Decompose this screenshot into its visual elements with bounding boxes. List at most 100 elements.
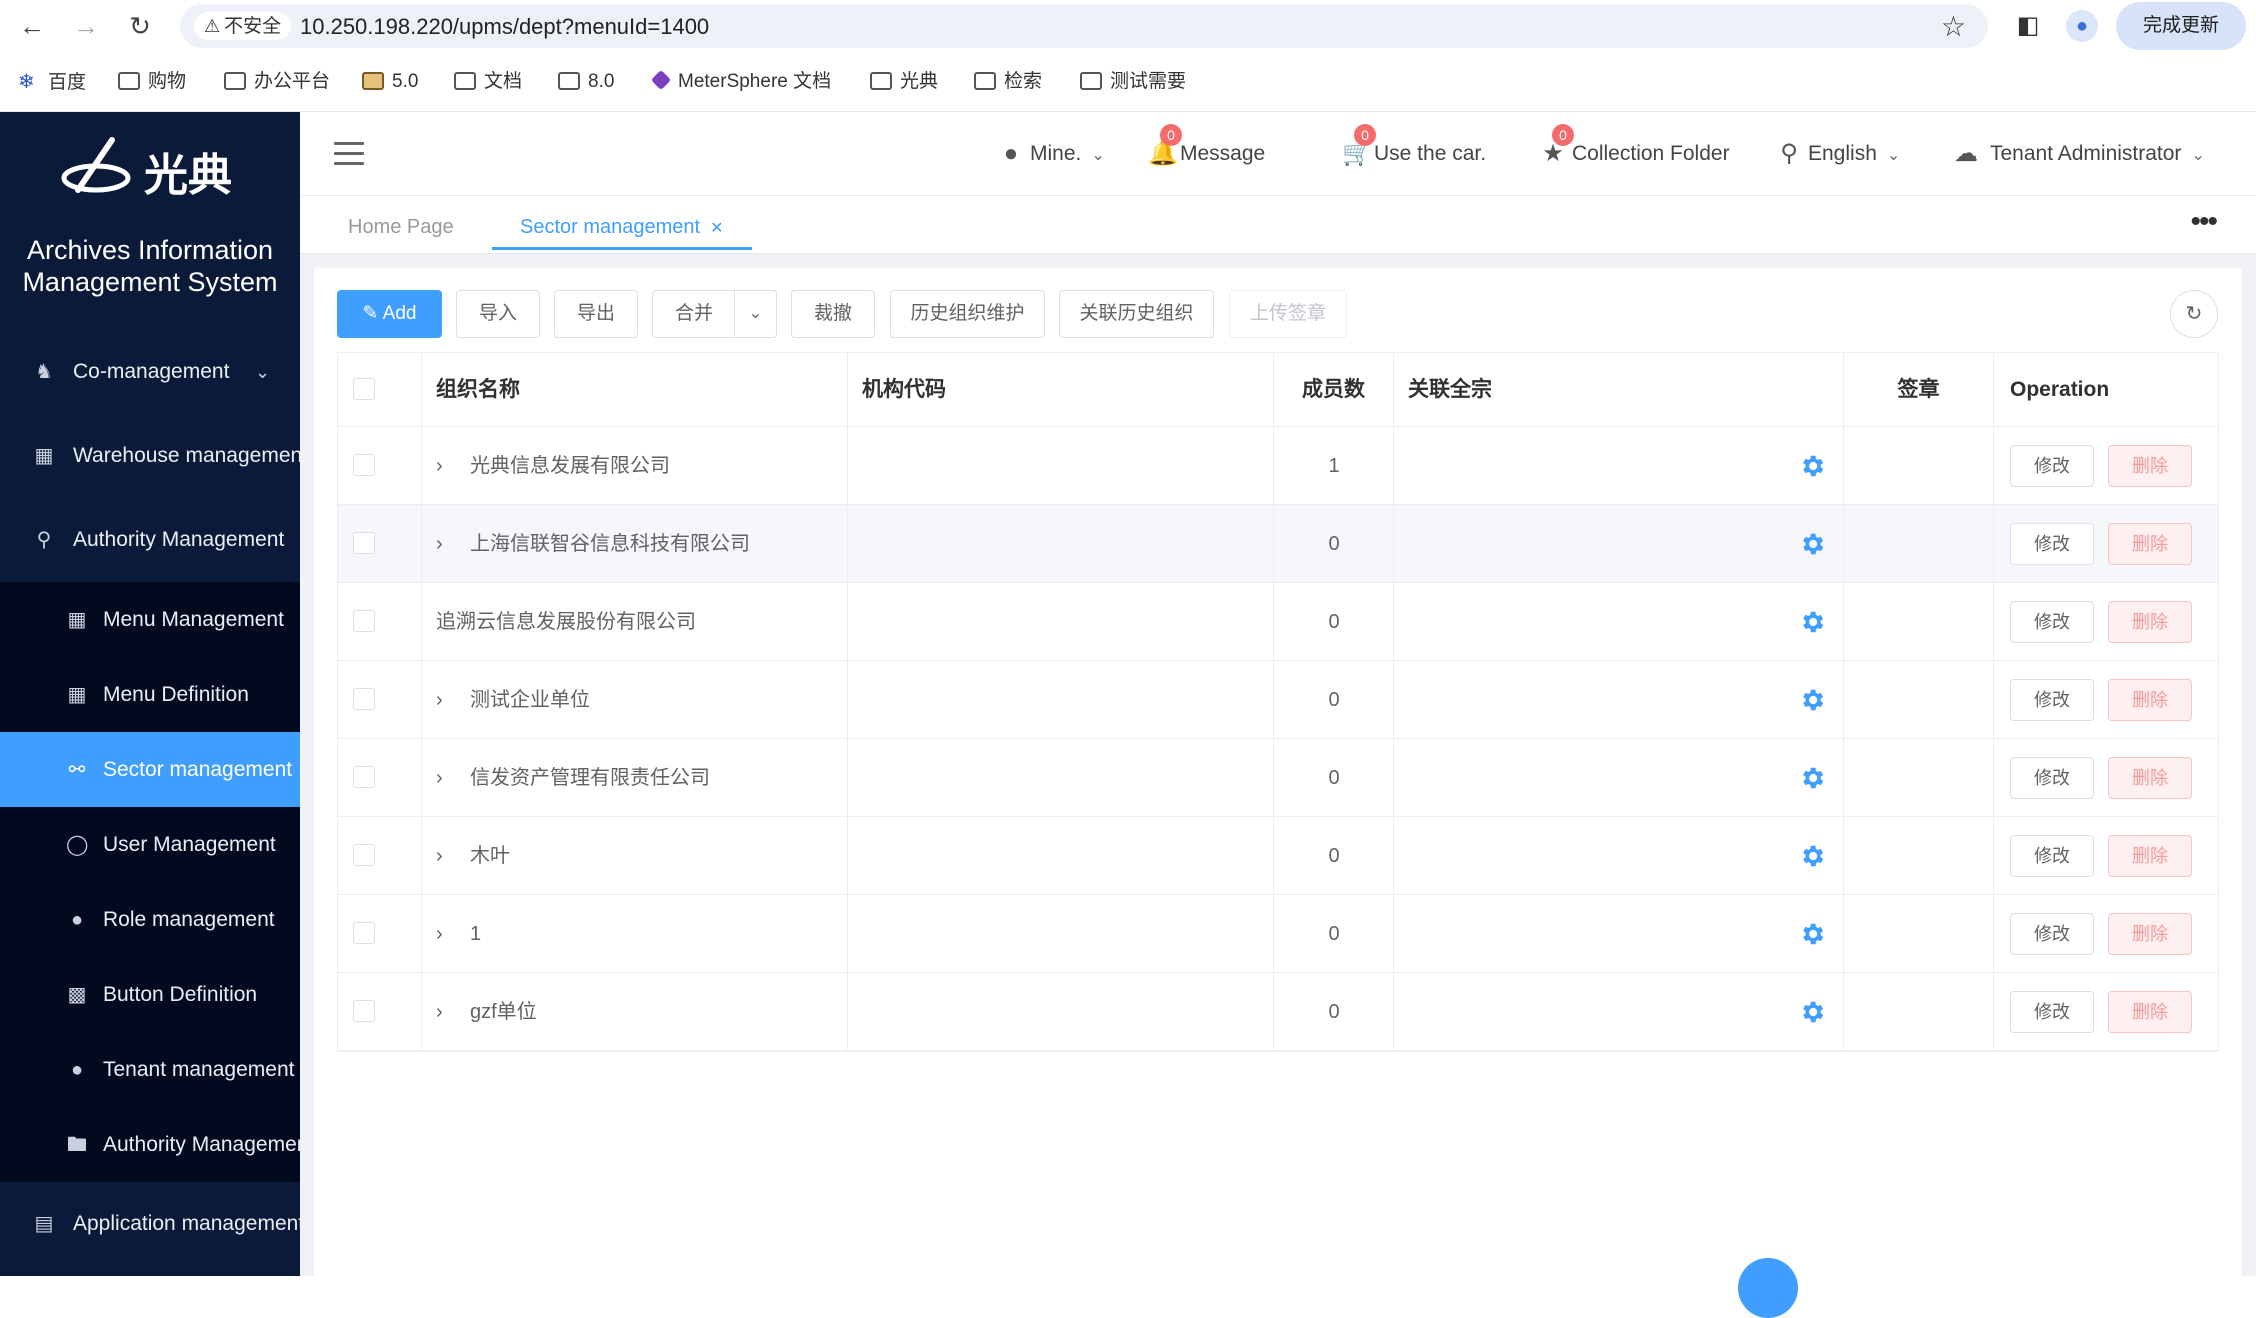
delete-button[interactable]: 删除 — [2108, 523, 2192, 565]
bookmark-metersphere[interactable]: MeterSphere 文档 — [650, 66, 831, 98]
sidebar-item-user-management[interactable]: ◯ User Management — [0, 807, 300, 882]
edit-button[interactable]: 修改 — [2010, 991, 2094, 1033]
merge-split-button[interactable]: 合并 ⌄ — [652, 290, 777, 338]
row-checkbox[interactable] — [353, 454, 375, 476]
merge-button[interactable]: 合并 — [653, 291, 735, 337]
sidebar-item-application[interactable]: ▤ Application management — [0, 1186, 300, 1262]
chevron-down-icon[interactable]: ⌄ — [734, 291, 776, 337]
reload-icon[interactable]: ↻ — [124, 10, 156, 42]
sidebar-item-warehouse[interactable]: ▦ Warehouse management — [0, 418, 300, 494]
bookmark-baidu[interactable]: ❄ 百度 — [18, 66, 86, 98]
edit-button[interactable]: 修改 — [2010, 913, 2094, 955]
sidebar-item-co-management[interactable]: ♞ Co-management ⌄ — [0, 334, 300, 410]
upload-seal-button[interactable]: 上传签章 — [1229, 290, 1347, 338]
chevron-right-icon[interactable]: › — [436, 739, 460, 817]
hamburger-menu-icon[interactable] — [334, 142, 364, 166]
chevron-right-icon[interactable]: › — [436, 817, 460, 895]
export-button[interactable]: 导出 — [554, 290, 638, 338]
row-checkbox[interactable] — [353, 1000, 375, 1022]
update-button[interactable]: 完成更新 — [2116, 2, 2246, 50]
settings-gear-icon[interactable] — [1798, 764, 1826, 792]
select-all-checkbox[interactable] — [353, 378, 375, 400]
delete-button[interactable]: 删除 — [2108, 835, 2192, 877]
history-maintenance-button[interactable]: 历史组织维护 — [890, 290, 1045, 338]
sidebar-item-authority-management-sub[interactable]: 🖿 Authority Management — [0, 1107, 300, 1182]
import-button[interactable]: 导入 — [456, 290, 540, 338]
message-button[interactable]: 🔔 0 Message — [1148, 124, 1265, 174]
sidebar-item-tenant-management[interactable]: ● Tenant management — [0, 1032, 300, 1107]
chevron-right-icon[interactable]: › — [436, 895, 460, 973]
bookmark-search[interactable]: 检索 — [974, 66, 1042, 98]
settings-gear-icon[interactable] — [1798, 686, 1826, 714]
edit-button[interactable]: 修改 — [2010, 835, 2094, 877]
tenant-dropdown[interactable]: ☁ Tenant Administrator ⌄ — [1948, 134, 2205, 174]
row-checkbox[interactable] — [353, 532, 375, 554]
refresh-icon[interactable]: ↻ — [2170, 290, 2218, 338]
cut-button[interactable]: 裁撤 — [791, 290, 875, 338]
sidebar-item-menu-definition[interactable]: ▦ Menu Definition — [0, 657, 300, 732]
row-checkbox[interactable] — [353, 610, 375, 632]
side-panel-icon[interactable]: ◧ — [2012, 10, 2044, 42]
row-checkbox-cell — [338, 427, 422, 504]
sidebar-item-authority[interactable]: ⚲ Authority Management — [0, 502, 300, 578]
add-button[interactable]: ✎ Add — [337, 290, 442, 338]
settings-gear-icon[interactable] — [1798, 608, 1826, 636]
url-text[interactable]: 10.250.198.220/upms/dept?menuId=1400 — [300, 14, 709, 40]
bookmark-shopping[interactable]: 购物 — [118, 66, 186, 98]
bookmark-8-0[interactable]: 8.0 — [558, 66, 614, 98]
delete-button[interactable]: 删除 — [2108, 679, 2192, 721]
settings-gear-icon[interactable] — [1798, 920, 1826, 948]
forward-arrow-icon[interactable]: → — [70, 10, 102, 42]
insecure-badge[interactable]: ⚠ 不安全 — [194, 12, 292, 40]
folder-icon — [118, 72, 140, 90]
row-checkbox[interactable] — [353, 766, 375, 788]
chevron-right-icon[interactable]: › — [436, 505, 460, 583]
collection-button[interactable]: ★ 0 Collection Folder — [1540, 124, 1730, 174]
tab-sector-management[interactable]: Sector management ✕ — [492, 210, 752, 250]
row-checkbox[interactable] — [353, 688, 375, 710]
address-bar[interactable]: ⚠ 不安全 10.250.198.220/upms/dept?menuId=140… — [180, 4, 1988, 48]
chevron-right-icon[interactable]: › — [436, 427, 460, 505]
edit-button[interactable]: 修改 — [2010, 679, 2094, 721]
seal-cell — [1844, 427, 1994, 504]
delete-button[interactable]: 删除 — [2108, 991, 2192, 1033]
car-button[interactable]: 🛒 0 Use the car. — [1342, 124, 1486, 174]
settings-gear-icon[interactable] — [1798, 998, 1826, 1026]
edit-button[interactable]: 修改 — [2010, 523, 2094, 565]
clipboard-icon: ▤ — [34, 1213, 54, 1235]
bookmark-test-needs[interactable]: 测试需要 — [1080, 66, 1186, 98]
row-checkbox[interactable] — [353, 922, 375, 944]
row-checkbox[interactable] — [353, 844, 375, 866]
profile-avatar-icon[interactable]: ● — [2066, 10, 2098, 42]
edit-button[interactable]: 修改 — [2010, 601, 2094, 643]
back-arrow-icon[interactable]: ← — [16, 10, 48, 42]
sidebar-item-sector-management[interactable]: ⚯ Sector management — [0, 732, 300, 807]
settings-gear-icon[interactable] — [1798, 842, 1826, 870]
delete-button[interactable]: 删除 — [2108, 601, 2192, 643]
sidebar-item-button-definition[interactable]: ▩ Button Definition — [0, 957, 300, 1032]
edit-button[interactable]: 修改 — [2010, 757, 2094, 799]
settings-gear-icon[interactable] — [1798, 452, 1826, 480]
delete-button[interactable]: 删除 — [2108, 913, 2192, 955]
sidebar-item-menu-management[interactable]: ▦ Menu Management — [0, 582, 300, 657]
close-icon[interactable]: ✕ — [710, 220, 723, 237]
language-dropdown[interactable]: ⚲ English ⌄ — [1776, 134, 1900, 174]
chevron-right-icon[interactable]: › — [436, 661, 460, 739]
bookmark-guangdian[interactable]: 光典 — [870, 66, 938, 98]
sidebar-item-role-management[interactable]: ● Role management — [0, 882, 300, 957]
more-options-icon[interactable]: ••• — [2190, 207, 2217, 237]
settings-gear-icon[interactable] — [1798, 530, 1826, 558]
chevron-right-icon[interactable]: › — [436, 973, 460, 1051]
link-history-button[interactable]: 关联历史组织 — [1059, 290, 1214, 338]
delete-button[interactable]: 删除 — [2108, 445, 2192, 487]
bookmark-docs[interactable]: 文档 — [454, 66, 522, 98]
tab-home-page[interactable]: Home Page — [348, 210, 454, 250]
delete-button[interactable]: 删除 — [2108, 757, 2192, 799]
bookmark-5-0[interactable]: 5.0 — [362, 66, 418, 98]
bookmark-star-icon[interactable]: ☆ — [1941, 10, 1966, 43]
bookmark-office[interactable]: 办公平台 — [224, 66, 330, 98]
name-cell: 追溯云信息发展股份有限公司 — [422, 583, 848, 660]
mine-dropdown[interactable]: ● Mine. ⌄ — [998, 134, 1105, 174]
floating-action-button[interactable] — [1738, 1258, 1798, 1318]
edit-button[interactable]: 修改 — [2010, 445, 2094, 487]
